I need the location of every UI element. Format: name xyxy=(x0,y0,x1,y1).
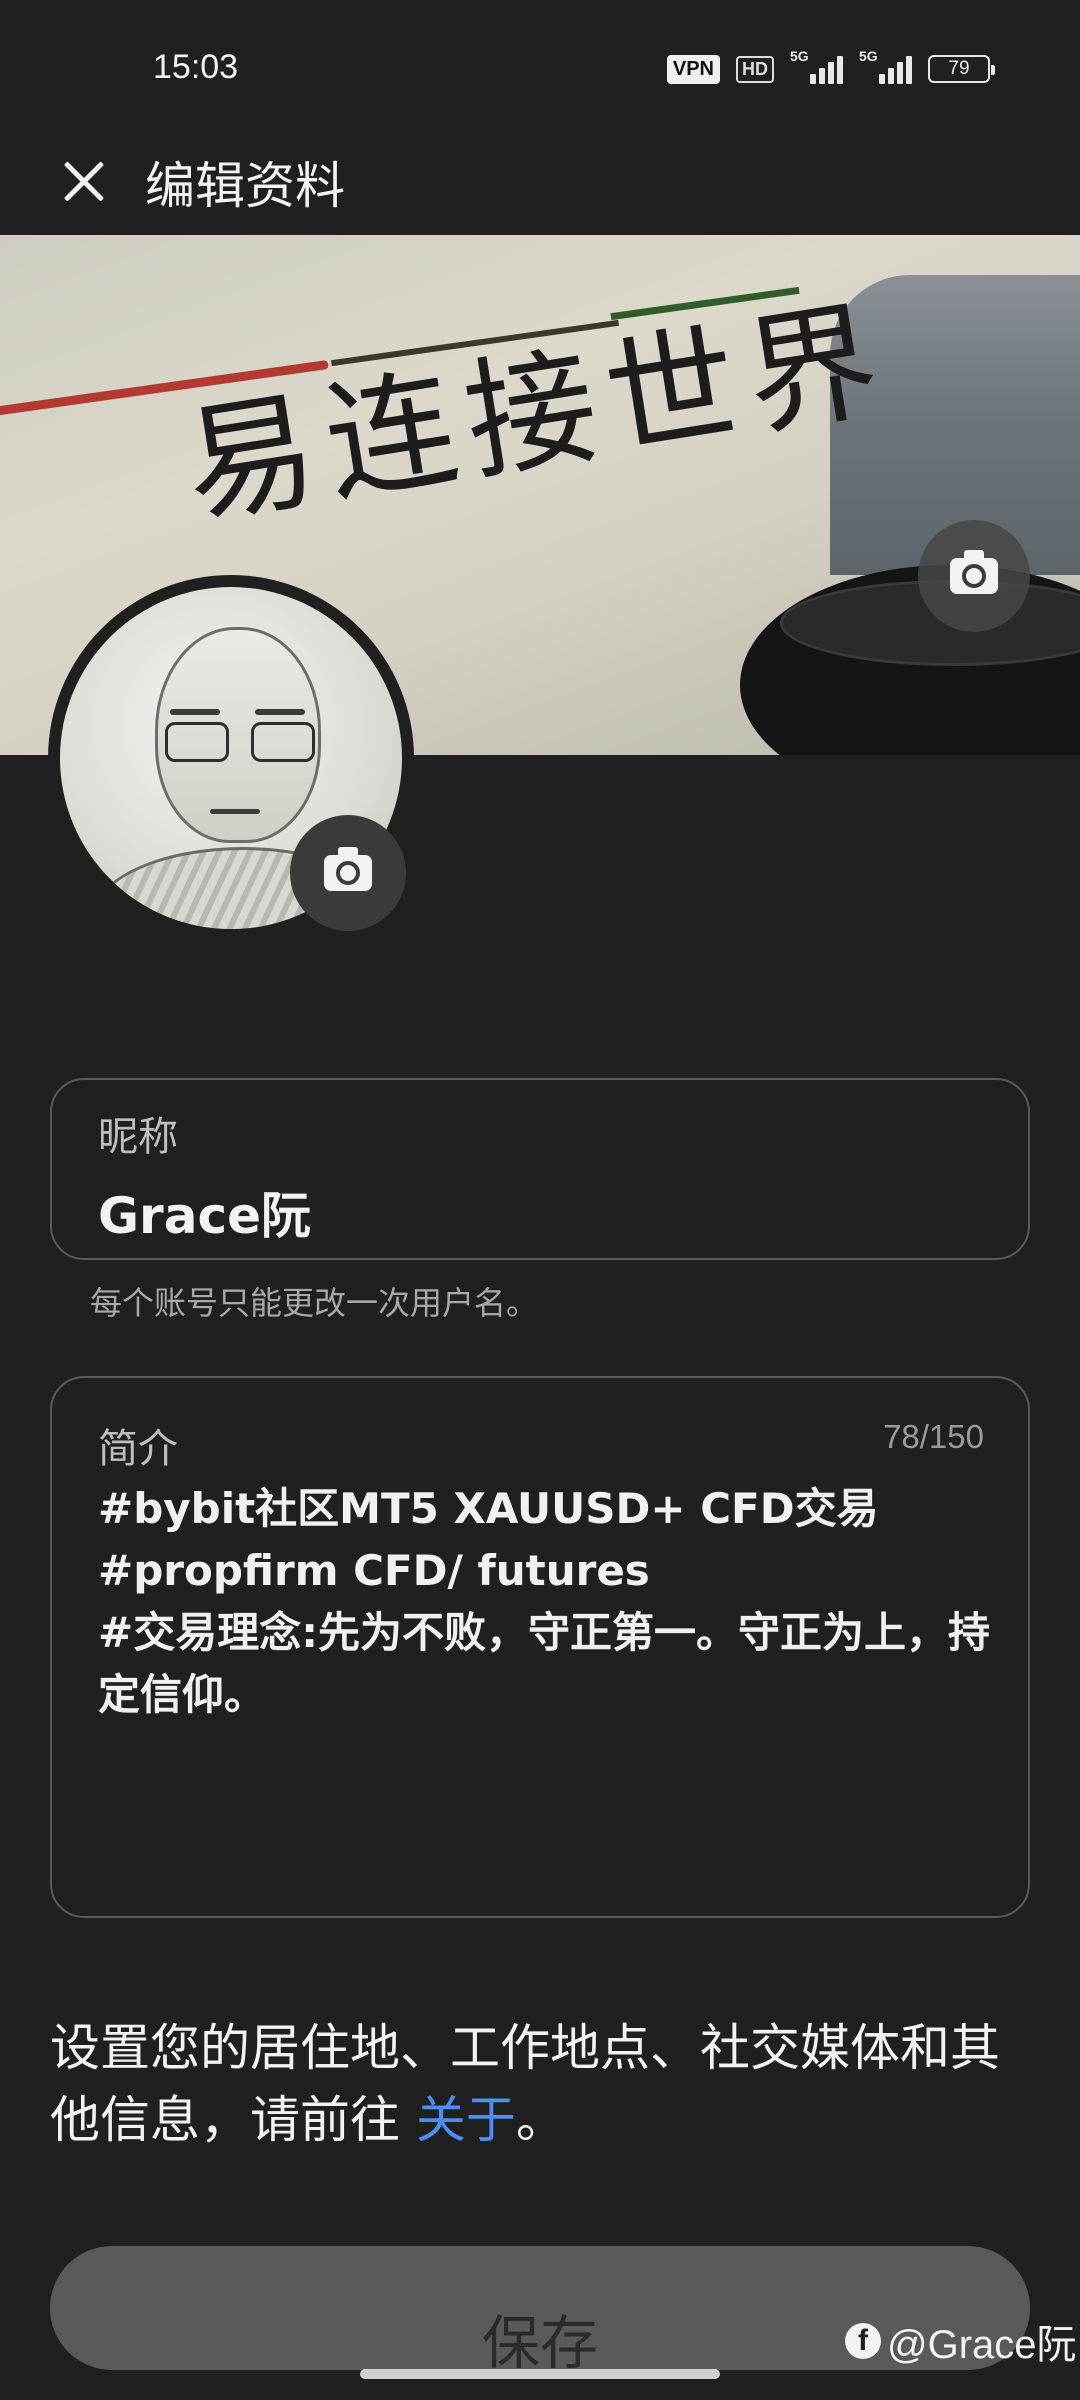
nickname-field[interactable]: 昵称 Grace阮 xyxy=(50,1078,1030,1260)
about-link[interactable]: 关于 xyxy=(416,2091,516,2149)
status-bar: 15:03 VPN HD 5G 5G 79 xyxy=(0,0,1080,130)
glasses xyxy=(165,722,315,762)
watermark: f @Grace阮 xyxy=(845,2312,1077,2370)
bio-textarea[interactable]: #bybit社区MT5 XAUUSD+ CFD交易 #propfirm CFD/… xyxy=(98,1478,998,1726)
facebook-icon: f xyxy=(845,2323,881,2359)
nickname-label: 昵称 xyxy=(98,1114,178,1160)
cover-calligraphy: 易连接世界 xyxy=(174,282,900,544)
vpn-icon: VPN xyxy=(666,54,720,84)
nickname-input[interactable]: Grace阮 xyxy=(98,1176,311,1248)
home-indicator[interactable] xyxy=(360,2369,720,2379)
info-note: 设置您的居住地、工作地点、社交媒体和其他信息，请前往 关于。 xyxy=(50,2019,1000,2149)
bio-char-counter: 78/150 xyxy=(883,1418,984,1455)
battery-icon: 79 xyxy=(928,55,995,83)
avatar-camera-button[interactable] xyxy=(290,815,406,931)
cover-camera-button[interactable] xyxy=(918,520,1030,632)
camera-icon xyxy=(950,550,998,594)
save-button-label: 保存 xyxy=(481,2309,598,2370)
bio-label: 简介 xyxy=(98,1426,178,1472)
status-time: 15:03 xyxy=(153,48,239,86)
close-icon[interactable] xyxy=(52,150,116,214)
status-icons: VPN HD 5G 5G 79 xyxy=(666,48,995,84)
signal-icon: 5G xyxy=(790,48,843,84)
hd-icon: HD xyxy=(736,55,774,83)
page-title: 编辑资料 xyxy=(145,157,345,215)
signal-icon: 5G xyxy=(859,48,912,84)
camera-icon xyxy=(324,847,372,891)
nickname-helper-text: 每个账号只能更改一次用户名。 xyxy=(90,1284,539,1322)
bio-field[interactable]: 简介 78/150 #bybit社区MT5 XAUUSD+ CFD交易 #pro… xyxy=(50,1376,1030,1918)
app-header: 编辑资料 xyxy=(0,130,1080,235)
